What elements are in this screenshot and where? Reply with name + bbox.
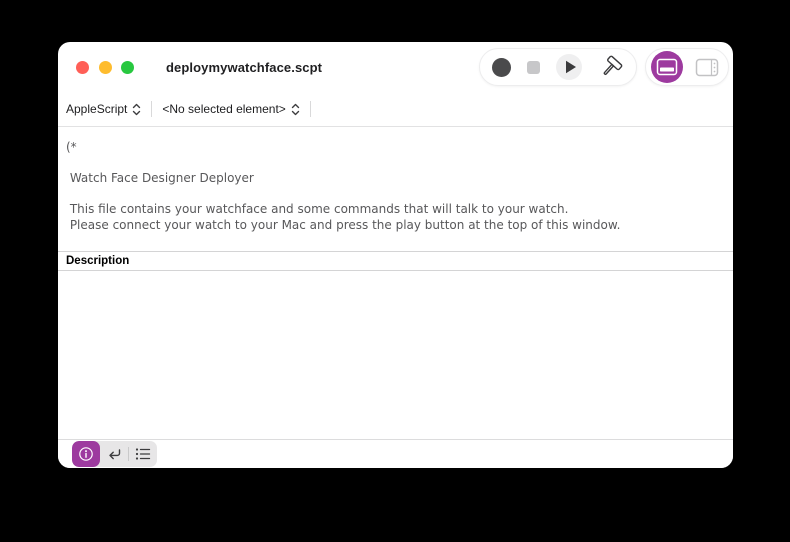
compile-button[interactable] bbox=[598, 54, 624, 80]
title-bar: deploymywatchface.scpt bbox=[58, 42, 733, 92]
toolbar bbox=[479, 48, 729, 86]
result-tab[interactable] bbox=[100, 441, 128, 467]
script-editor-window: deploymywatchface.scpt bbox=[58, 42, 733, 468]
window-controls bbox=[76, 61, 134, 74]
record-button[interactable] bbox=[492, 58, 511, 77]
navigation-bar: AppleScript <No selected element> bbox=[58, 92, 733, 127]
zoom-button[interactable] bbox=[121, 61, 134, 74]
info-icon bbox=[78, 446, 94, 462]
accessory-panel-icon bbox=[656, 58, 678, 76]
chevron-updown-icon bbox=[291, 103, 300, 116]
playback-toolbar bbox=[479, 48, 637, 86]
view-toggle-group bbox=[645, 48, 729, 86]
accessory-tab-control bbox=[72, 441, 157, 467]
log-tab[interactable] bbox=[129, 441, 157, 467]
accessory-view-toggle[interactable] bbox=[651, 51, 683, 83]
language-popup[interactable]: AppleScript bbox=[66, 102, 141, 116]
play-icon bbox=[556, 54, 582, 80]
description-panel[interactable] bbox=[58, 271, 733, 439]
element-popup-label: <No selected element> bbox=[162, 102, 285, 116]
minimize-button[interactable] bbox=[99, 61, 112, 74]
stop-icon bbox=[527, 61, 540, 74]
close-button[interactable] bbox=[76, 61, 89, 74]
script-editor[interactable]: (* Watch Face Designer Deployer This fil… bbox=[58, 127, 733, 251]
record-icon bbox=[492, 58, 511, 77]
hammer-icon bbox=[598, 54, 624, 80]
bundle-contents-icon bbox=[695, 58, 719, 77]
accessory-bar bbox=[58, 439, 733, 468]
navbar-divider bbox=[151, 101, 152, 117]
element-popup[interactable]: <No selected element> bbox=[162, 102, 299, 116]
description-header-label: Description bbox=[66, 255, 129, 267]
chevron-updown-icon bbox=[132, 103, 141, 116]
window-title: deploymywatchface.scpt bbox=[166, 60, 322, 75]
description-header: Description bbox=[58, 251, 733, 271]
return-icon bbox=[105, 445, 123, 463]
description-tab[interactable] bbox=[72, 441, 100, 467]
list-icon bbox=[134, 446, 152, 462]
language-popup-label: AppleScript bbox=[66, 102, 127, 116]
navbar-divider bbox=[310, 101, 311, 117]
script-text: (* Watch Face Designer Deployer This fil… bbox=[66, 140, 725, 233]
bundle-contents-toggle[interactable] bbox=[691, 51, 723, 83]
stop-button[interactable] bbox=[527, 61, 540, 74]
run-button[interactable] bbox=[556, 54, 582, 80]
